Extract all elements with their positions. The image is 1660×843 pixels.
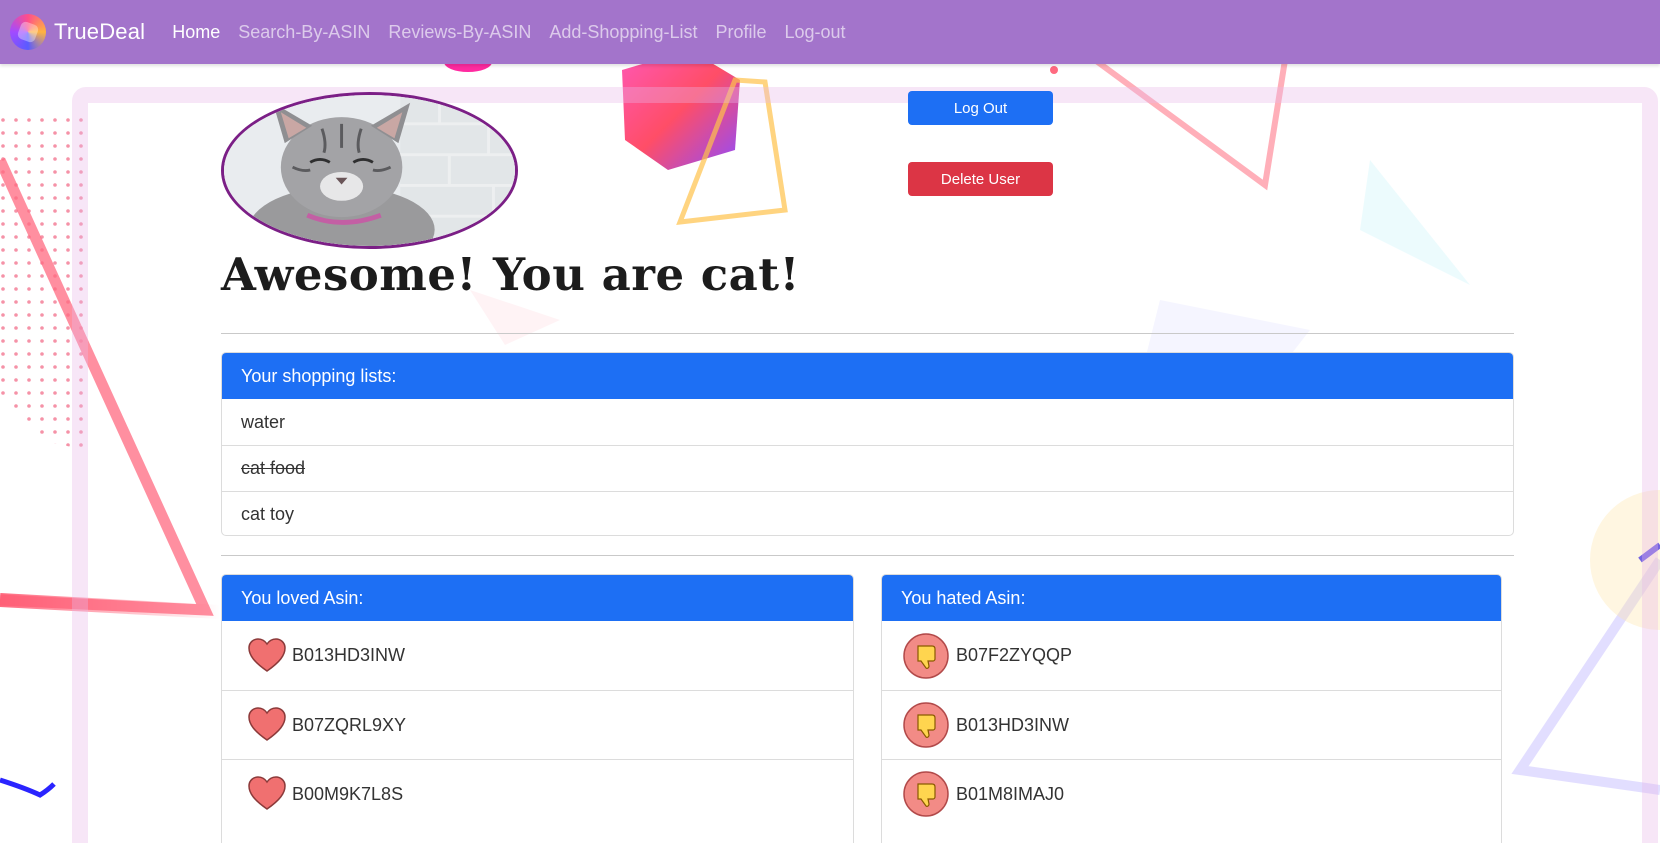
brand-logo-icon bbox=[10, 14, 46, 50]
asin-label: B013HD3INW bbox=[956, 714, 1070, 735]
loved-asin-row[interactable]: B013HD3INW bbox=[222, 621, 853, 690]
asin-label: B00M9K7L8S bbox=[292, 783, 404, 804]
hated-asin-header: You hated Asin: bbox=[882, 575, 1501, 621]
hated-asin-card: You hated Asin: B07F2ZYQQP B013HD3INW B0… bbox=[881, 574, 1502, 843]
log-out-button[interactable]: Log Out bbox=[908, 91, 1053, 125]
thumbs-down-icon bbox=[903, 702, 949, 748]
hated-asin-row[interactable]: B07F2ZYQQP bbox=[882, 621, 1501, 690]
profile-page: Log Out Delete User Awesome! You are cat… bbox=[0, 0, 1660, 843]
list-item-label: water bbox=[241, 411, 286, 432]
nav-reviews-by-asin[interactable]: Reviews-By-ASIN bbox=[388, 22, 531, 43]
cat-photo bbox=[224, 95, 515, 246]
divider bbox=[221, 333, 1514, 334]
hated-asin-row[interactable]: B013HD3INW bbox=[882, 690, 1501, 759]
hated-asin-row[interactable]: B01M8IMAJ0 bbox=[882, 759, 1501, 828]
asin-label: B07F2ZYQQP bbox=[956, 645, 1073, 665]
loved-asin-header: You loved Asin: bbox=[222, 575, 853, 621]
delete-user-button[interactable]: Delete User bbox=[908, 162, 1053, 196]
nav-links: Home Search-By-ASIN Reviews-By-ASIN Add-… bbox=[163, 22, 854, 43]
nav-log-out[interactable]: Log-out bbox=[785, 22, 846, 43]
asin-label: B07ZQRL9XY bbox=[292, 714, 407, 735]
thumbs-down-icon bbox=[903, 771, 949, 817]
nav-add-shopping-list[interactable]: Add-Shopping-List bbox=[549, 22, 697, 43]
top-navbar: TrueDeal Home Search-By-ASIN Reviews-By-… bbox=[0, 0, 1660, 64]
nav-home[interactable]: Home bbox=[172, 22, 220, 43]
list-item[interactable]: water bbox=[222, 399, 1513, 445]
nav-search-by-asin[interactable]: Search-By-ASIN bbox=[238, 22, 370, 43]
divider bbox=[221, 555, 1514, 556]
avatar bbox=[221, 92, 518, 249]
loved-asin-list: B013HD3INW B07ZQRL9XY B00M9K7L8S bbox=[222, 621, 853, 828]
loved-asin-card: You loved Asin: B013HD3INW B07ZQRL9XY B0… bbox=[221, 574, 854, 843]
asin-label: B013HD3INW bbox=[292, 645, 406, 665]
heart-icon bbox=[248, 707, 286, 741]
brand-name: TrueDeal bbox=[54, 19, 146, 44]
list-item-completed[interactable]: cat food bbox=[222, 445, 1513, 491]
loved-asin-row[interactable]: B07ZQRL9XY bbox=[222, 690, 853, 759]
brand-link[interactable]: TrueDeal bbox=[10, 14, 145, 50]
shopping-lists-header: Your shopping lists: bbox=[222, 353, 1513, 399]
shopping-lists-card: Your shopping lists: water cat food cat … bbox=[221, 352, 1514, 536]
thumbs-down-icon bbox=[903, 632, 949, 679]
heart-icon bbox=[248, 637, 286, 672]
list-item-label: cat toy bbox=[241, 504, 295, 524]
list-item-label: cat food bbox=[241, 458, 306, 478]
asin-label: B01M8IMAJ0 bbox=[956, 783, 1065, 804]
hated-asin-list: B07F2ZYQQP B013HD3INW B01M8IMAJ0 bbox=[882, 621, 1501, 828]
shopping-list: water cat food cat toy bbox=[222, 399, 1513, 535]
list-item[interactable]: cat toy bbox=[222, 491, 1513, 535]
loved-asin-row[interactable]: B00M9K7L8S bbox=[222, 759, 853, 828]
nav-profile[interactable]: Profile bbox=[715, 22, 766, 43]
page-title: Awesome! You are cat! bbox=[221, 248, 800, 301]
heart-icon bbox=[248, 776, 286, 810]
